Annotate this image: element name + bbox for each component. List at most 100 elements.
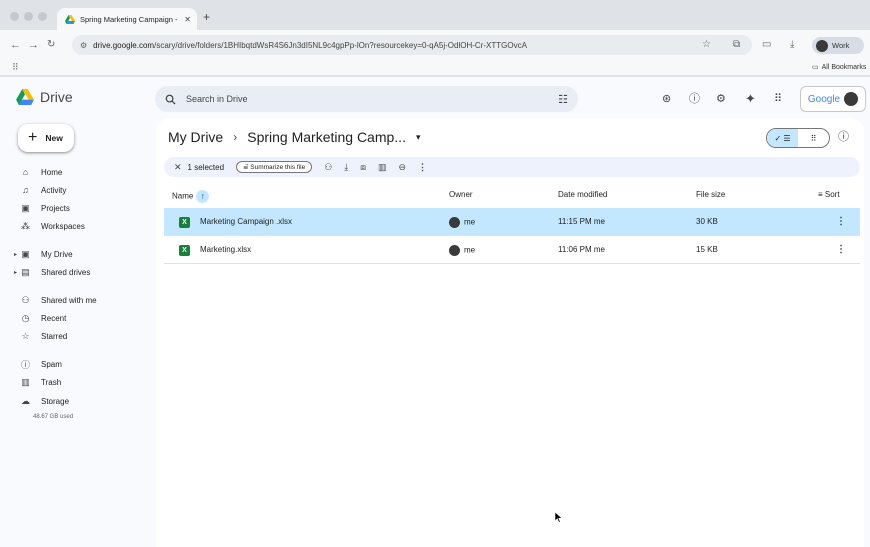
all-bookmarks[interactable]: ▭ All Bookmarks [812,63,867,72]
tab-close-icon[interactable]: ✕ [184,15,191,24]
my-drive-icon: ▣ [21,248,30,259]
breadcrumb-my-drive[interactable]: My Drive [168,129,223,145]
search-input[interactable]: Search in Drive [186,94,548,104]
plus-icon: + [28,129,38,146]
file-size: 15 KB [696,245,718,254]
settings-gear-icon[interactable]: ⚙ [716,93,726,105]
sidebar-item-trash[interactable]: ▥ Trash [20,374,150,390]
profile-button[interactable]: Work [812,37,864,54]
trash-icon: ▥ [21,376,30,387]
browser-tab[interactable]: Spring Marketing Campaign - ✕ [57,8,197,30]
bookmark-star-icon[interactable]: ☆ [702,39,711,51]
home-icon: ⌂ [22,167,29,177]
search-options-icon[interactable]: ☷ [558,93,568,106]
apps-grid-icon[interactable]: ⠿ [12,62,19,73]
new-tab-button[interactable]: + [203,11,210,23]
window-zoom-button[interactable] [38,12,47,21]
grid-view-button[interactable]: ⠿ [798,129,829,147]
sidebar-item-label: Projects [41,203,70,213]
sidebar-item-storage[interactable]: ☁ Storage [20,393,150,409]
sidebar-item-label: Workspaces [41,221,85,231]
download-file-icon[interactable]: ⤓ [344,162,348,173]
sidebar-item-label: Home [41,167,63,177]
row-more-options-icon[interactable]: ⋮ [836,216,846,227]
move-to-folder-icon[interactable]: ⧈ [360,162,366,173]
address-bar[interactable]: ⚙ drive.google.com/scary/drive/folders/1… [72,35,752,55]
help-icon[interactable]: ⓘ [689,93,700,105]
window-minimize-button[interactable] [24,12,33,21]
more-actions-icon[interactable]: ⋮ [418,162,427,173]
drive-favicon-icon [65,14,75,24]
sidebar-item-projects[interactable]: ▣ Projects [20,200,150,216]
owner-cell: me [449,245,475,256]
reload-icon[interactable]: ↻ [47,39,55,51]
sort-button[interactable]: ≡ Sort [818,190,840,199]
clock-icon: ◷ [21,312,30,323]
view-toggle: ✓ ☰ ⠿ [766,128,830,148]
sidebar-item-shared-drives[interactable]: ▸ ▤ Shared drives [14,264,150,280]
all-bookmarks-label: All Bookmarks [821,63,867,71]
breadcrumb-current-folder[interactable]: Spring Marketing Camp... [247,129,406,145]
expand-caret-icon[interactable]: ▸ [14,251,17,258]
table-row[interactable]: X Marketing Campaign .xlsx me 11:15 PM m… [164,208,860,236]
account-avatar [844,92,859,106]
google-label: Google [807,93,841,105]
sort-ascending-icon[interactable]: ↑ [196,190,210,203]
search-bar[interactable]: Search in Drive ☷ [155,86,578,112]
column-name-label: Name [172,191,194,201]
sidebar-item-activity[interactable]: ♫ Activity [20,182,150,198]
sidebar-item-starred[interactable]: ☆ Starred [20,328,150,344]
column-header-file-size[interactable]: File size [696,190,725,199]
file-name: Marketing.xlsx [200,245,252,254]
bookmarks-bar [0,60,870,76]
sidebar-item-label: Spam [41,359,62,369]
offline-status-icon[interactable]: ⊛ [662,93,671,105]
summarize-file-button[interactable]: ≡⃗ Summarize this file [236,161,313,173]
share-person-icon[interactable]: ⚇ [324,162,332,173]
file-size: 30 KB [696,217,718,226]
tab-search-icon[interactable]: ▭ [762,39,771,51]
details-info-icon[interactable]: ⓘ [838,131,849,143]
sidebar-item-home[interactable]: ⌂ Home [20,164,150,180]
profile-label: Work [832,41,850,50]
list-view-button[interactable]: ✓ ☰ [767,129,798,147]
sidebar-item-spam[interactable]: ⓘ Spam [20,356,150,372]
column-header-date-modified[interactable]: Date modified [558,190,607,199]
workspaces-icon: ⁂ [21,220,30,231]
delete-trash-icon[interactable]: ▥ [378,162,387,173]
column-header-name[interactable]: Name ↑ [172,190,210,203]
row-more-options-icon[interactable]: ⋮ [836,244,846,255]
sidebar-item-label: Storage [41,396,70,406]
star-icon: ☆ [21,330,30,341]
breadcrumb: My Drive › Spring Marketing Camp... ▾ [168,129,421,145]
copy-link-icon[interactable]: ⊖ [399,162,407,173]
sidebar-item-recent[interactable]: ◷ Recent [20,310,150,326]
expand-caret-icon[interactable]: ▸ [14,269,17,276]
folder-icon: ▭ [812,64,819,71]
folder-menu-caret-icon[interactable]: ▾ [416,132,421,143]
window-close-button[interactable] [10,12,19,21]
back-icon[interactable]: ← [10,39,21,51]
column-header-owner: Owner [449,190,473,199]
grid-view-icon: ⠿ [810,133,817,143]
download-icon[interactable]: ⤓ [790,39,794,51]
clear-selection-icon[interactable]: ✕ [174,162,182,173]
sort-label: Sort [824,190,840,199]
google-apps-icon[interactable]: ⠿ [774,93,782,105]
cloud-icon: ☁ [21,395,30,406]
sidebar-item-my-drive[interactable]: ▸ ▣ My Drive [14,246,150,262]
drive-logo[interactable]: Drive [16,89,73,105]
people-icon: ⚇ [21,294,30,305]
sidebar-item-shared-with-me[interactable]: ⚇ Shared with me [20,292,150,308]
forward-icon[interactable]: → [28,39,39,51]
account-button[interactable]: Google [800,86,866,112]
site-settings-icon[interactable]: ⚙ [80,41,87,50]
sidebar-item-workspaces[interactable]: ⁂ Workspaces [20,218,150,234]
selection-count: 1 selected [187,162,225,172]
table-row[interactable]: X Marketing.xlsx me 11:06 PM me 15 KB ⋮ [164,236,860,264]
gemini-sparkle-icon[interactable]: ✦ [745,92,756,105]
new-button[interactable]: + New [18,124,74,152]
url-text: drive.google.com/scary/drive/folders/1BH… [93,41,527,50]
search-icon[interactable] [165,94,176,105]
extensions-icon[interactable]: ⧉ [733,39,740,51]
